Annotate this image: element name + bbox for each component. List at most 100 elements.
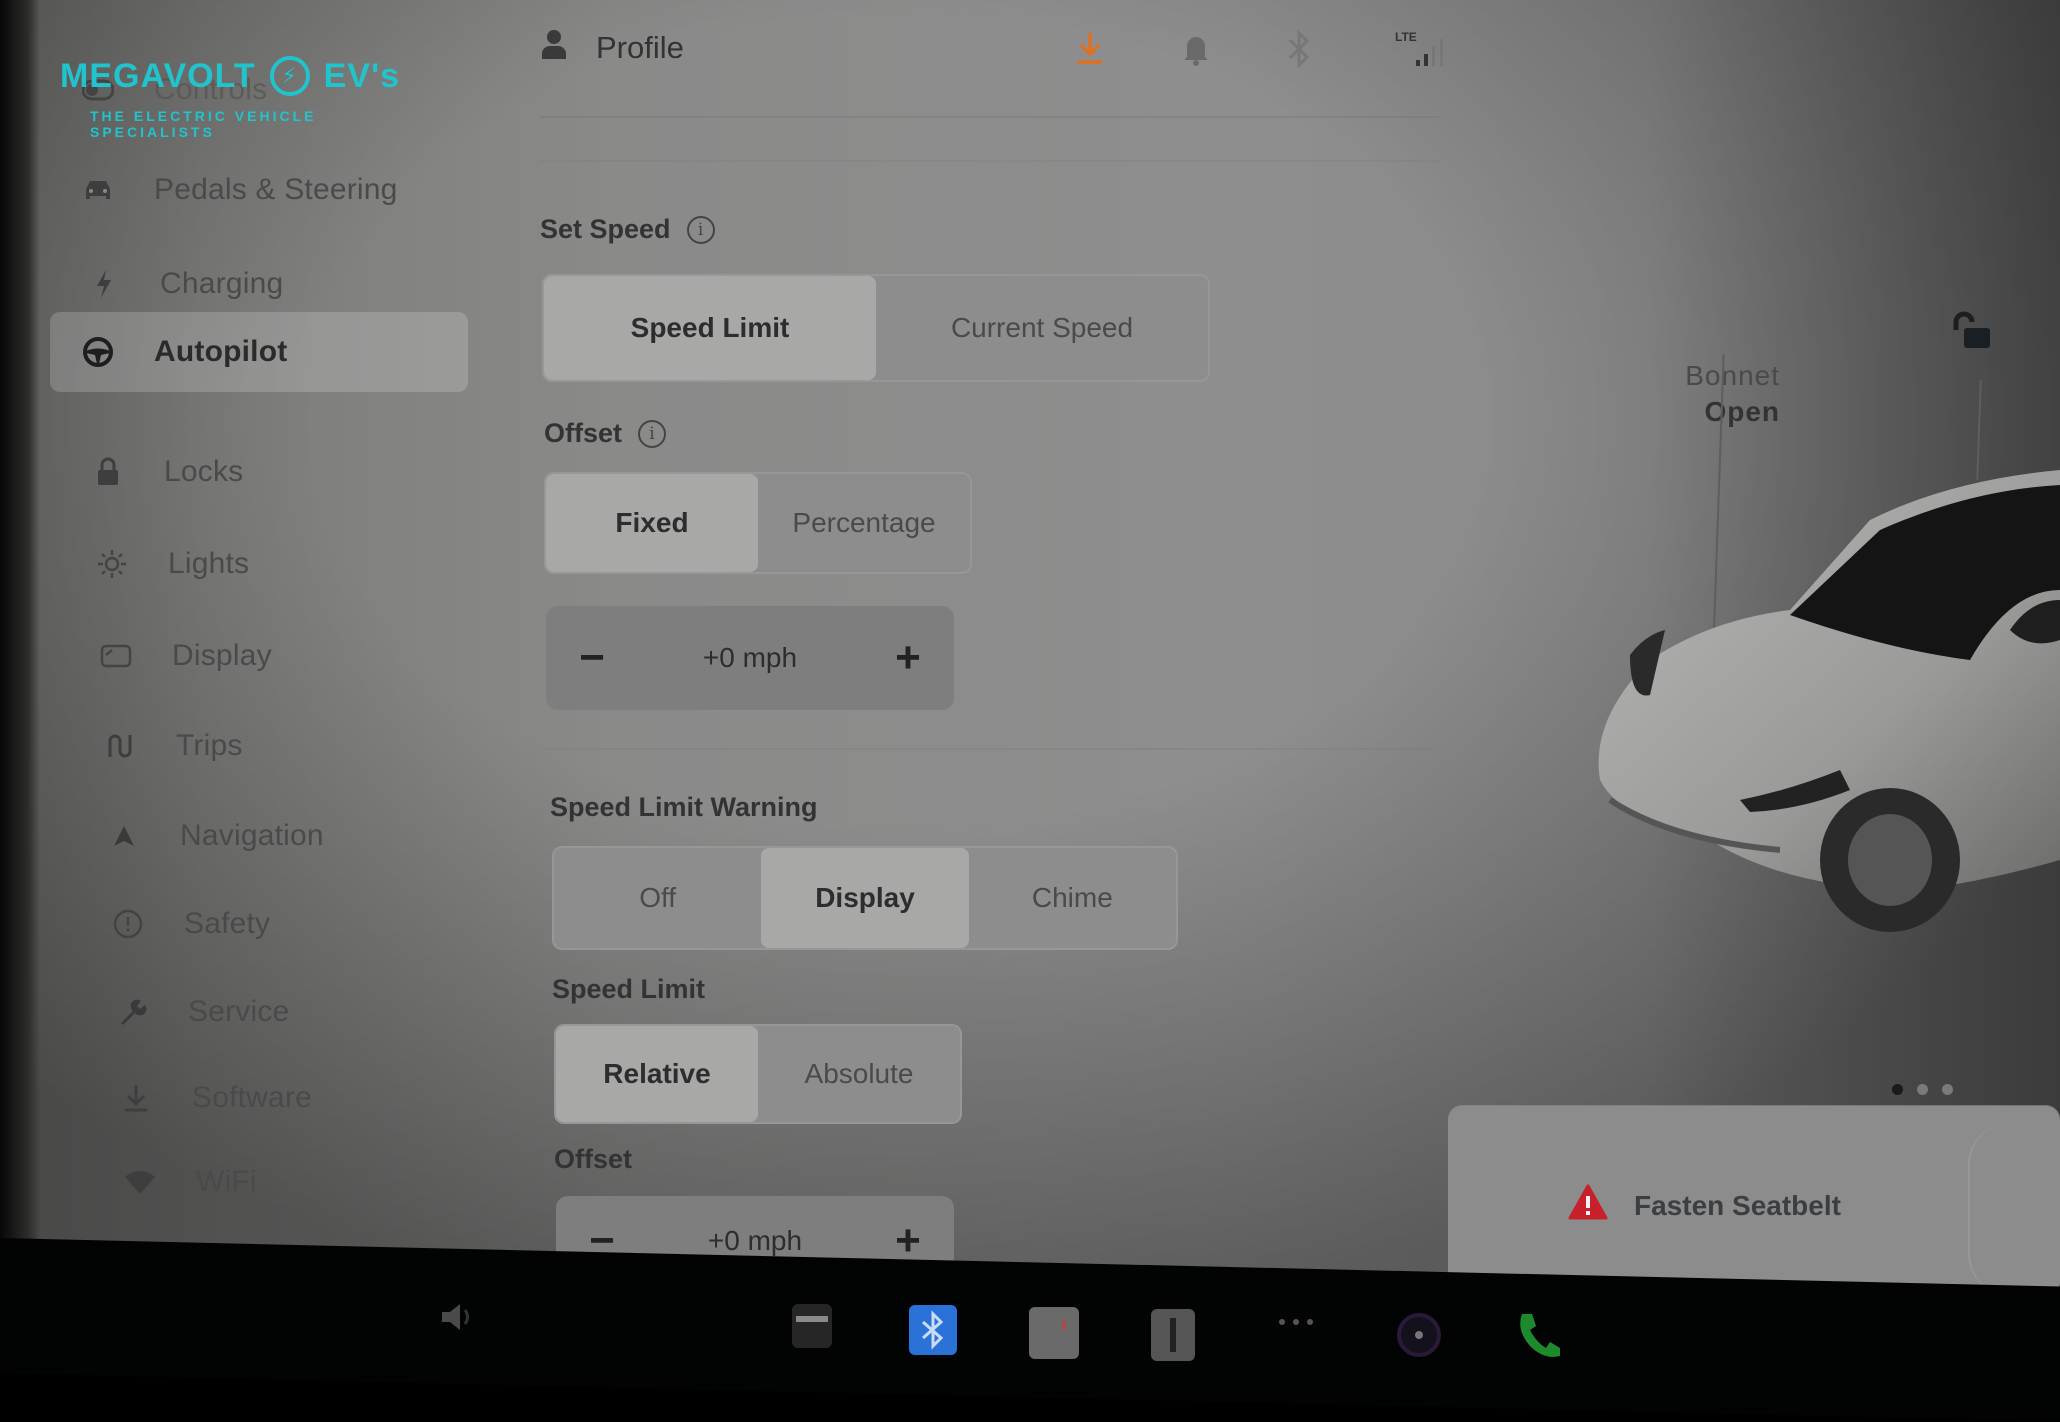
app-dock (0, 1280, 2060, 1373)
bluetooth-icon[interactable] (1287, 29, 1311, 73)
info-icon[interactable]: i (686, 215, 715, 244)
speed-limit-label-text: Speed Limit (552, 974, 706, 1004)
increment-button[interactable]: + (888, 633, 928, 683)
lte-label: LTE (1395, 30, 1417, 44)
speed-limit-option-absolute[interactable]: Absolute (758, 1026, 960, 1122)
offset-stepper: − +0 mph + (546, 606, 954, 710)
sidebar-item-charging[interactable]: Charging (56, 246, 474, 322)
card-handle[interactable] (1968, 1124, 2030, 1294)
logo-brand-name: MEGAVOLT (60, 56, 256, 95)
settings-sidebar: Controls Pedals & Steering Charging Auto… (50, 30, 470, 1230)
app-toybox-icon[interactable] (1150, 1308, 1196, 1362)
profile-label: Profile (596, 30, 684, 65)
page-dot[interactable] (1917, 1084, 1928, 1095)
sun-icon (94, 546, 130, 582)
app-bluetooth-icon[interactable] (908, 1304, 958, 1356)
offset-value: +0 mph (702, 642, 798, 673)
offset-option-fixed[interactable]: Fixed (546, 474, 758, 572)
sidebar-item-label: Display (172, 639, 272, 672)
trips-icon (102, 728, 138, 764)
logo-brand-suffix: EV's (323, 56, 400, 95)
info-icon[interactable]: i (638, 419, 667, 448)
bell-icon[interactable] (1183, 32, 1209, 71)
speed-limit-warning-label-text: Speed Limit Warning (550, 792, 818, 822)
sidebar-item-label: Autopilot (154, 335, 288, 368)
set-speed-option-speed-limit[interactable]: Speed Limit (544, 276, 876, 380)
download-icon (118, 1080, 154, 1116)
sidebar-item-label: Lights (168, 547, 250, 580)
alert-message: Fasten Seatbelt (1634, 1189, 1841, 1221)
sidebar-item-navigation[interactable]: Navigation (76, 798, 494, 874)
speed-limit-mode-segmented-control: Relative Absolute (554, 1024, 962, 1124)
speed-limit-warning-label: Speed Limit Warning (550, 792, 818, 823)
logo-tagline: THE ELECTRIC VEHICLE SPECIALISTS (90, 108, 317, 140)
set-speed-label: Set Speed i (540, 214, 715, 245)
warning-option-chime[interactable]: Chime (969, 848, 1176, 948)
app-calendar-icon[interactable] (790, 1302, 834, 1350)
vehicle-view-panel: Bonnet Open (1480, 0, 2060, 1240)
sidebar-item-label: Locks (164, 455, 244, 488)
app-energy-icon[interactable] (1028, 1306, 1080, 1360)
set-speed-label-text: Set Speed (540, 214, 671, 244)
sidebar-item-autopilot[interactable]: Autopilot (50, 312, 468, 392)
page-dot[interactable] (1942, 1084, 1953, 1095)
warning-offset-label: Offset (554, 1144, 632, 1175)
phone-icon[interactable] (1514, 1310, 1562, 1360)
set-speed-option-current-speed[interactable]: Current Speed (876, 276, 1208, 380)
wifi-icon (122, 1164, 158, 1200)
wrench-icon (114, 994, 150, 1030)
sidebar-item-label: Safety (184, 907, 271, 940)
offset-option-percentage[interactable]: Percentage (758, 474, 970, 572)
warning-offset-value: +0 mph (707, 1225, 803, 1256)
section-divider (540, 160, 1440, 162)
camera-app-icon[interactable] (1396, 1310, 1442, 1360)
safety-icon (110, 906, 146, 942)
offset-label-text: Offset (544, 418, 623, 448)
person-icon (540, 28, 570, 68)
sidebar-item-trips[interactable]: Trips (72, 708, 490, 784)
megavolt-logo: MEGAVOLT ⚡ EV's THE ELECTRIC VEHICLE SPE… (60, 56, 400, 140)
software-update-download-icon[interactable] (1075, 30, 1105, 71)
sidebar-item-label: Navigation (180, 819, 324, 852)
alert-card: Fasten Seatbelt (1448, 1106, 2060, 1296)
car-icon (80, 172, 116, 208)
navigation-arrow-icon (106, 818, 142, 854)
decrement-button[interactable]: − (572, 633, 612, 683)
speed-limit-option-relative[interactable]: Relative (556, 1026, 758, 1122)
sidebar-item-pedals-steering[interactable]: Pedals & Steering (50, 152, 468, 228)
more-apps-icon[interactable] (1276, 1316, 1316, 1328)
status-bar: LTE (1075, 29, 1475, 80)
sidebar-item-software[interactable]: Software (88, 1060, 506, 1136)
sidebar-item-lights[interactable]: Lights (64, 526, 482, 602)
sidebar-item-label: Service (188, 995, 290, 1028)
profile-button[interactable]: Profile (540, 28, 684, 68)
bonnet-label: Bonnet (1685, 360, 1780, 391)
warning-triangle-icon (1568, 1184, 1608, 1227)
page-dot[interactable] (1892, 1084, 1903, 1095)
display-icon (98, 638, 134, 674)
sidebar-item-label: Pedals & Steering (154, 173, 398, 206)
sidebar-item-wifi[interactable]: WiFi (92, 1144, 510, 1220)
sidebar-item-label: Software (192, 1081, 312, 1114)
header-divider (540, 116, 1440, 118)
section-divider (546, 748, 1436, 750)
warning-option-off[interactable]: Off (554, 848, 761, 948)
seatbelt-alert: Fasten Seatbelt (1568, 1184, 1841, 1227)
volume-icon[interactable] (438, 1300, 478, 1334)
warning-option-display[interactable]: Display (761, 848, 969, 948)
sidebar-item-safety[interactable]: Safety (80, 886, 498, 962)
unlocked-padlock-icon[interactable] (1950, 310, 1994, 357)
speed-limit-warning-segmented-control: Off Display Chime (552, 846, 1178, 950)
speed-limit-label: Speed Limit (552, 974, 705, 1005)
offset-type-segmented-control: Fixed Percentage (544, 472, 972, 574)
logo-bolt-icon: ⚡ (269, 56, 310, 96)
sidebar-item-locks[interactable]: Locks (60, 434, 478, 510)
carousel-page-indicator (1892, 1084, 1953, 1095)
steering-wheel-icon (80, 334, 116, 370)
bolt-icon (86, 266, 122, 302)
sidebar-item-label: Trips (176, 729, 243, 762)
sidebar-item-service[interactable]: Service (84, 974, 502, 1050)
bonnet-status[interactable]: Bonnet Open (1600, 360, 1780, 428)
sidebar-item-label: WiFi (196, 1165, 257, 1198)
sidebar-item-display[interactable]: Display (68, 618, 486, 694)
